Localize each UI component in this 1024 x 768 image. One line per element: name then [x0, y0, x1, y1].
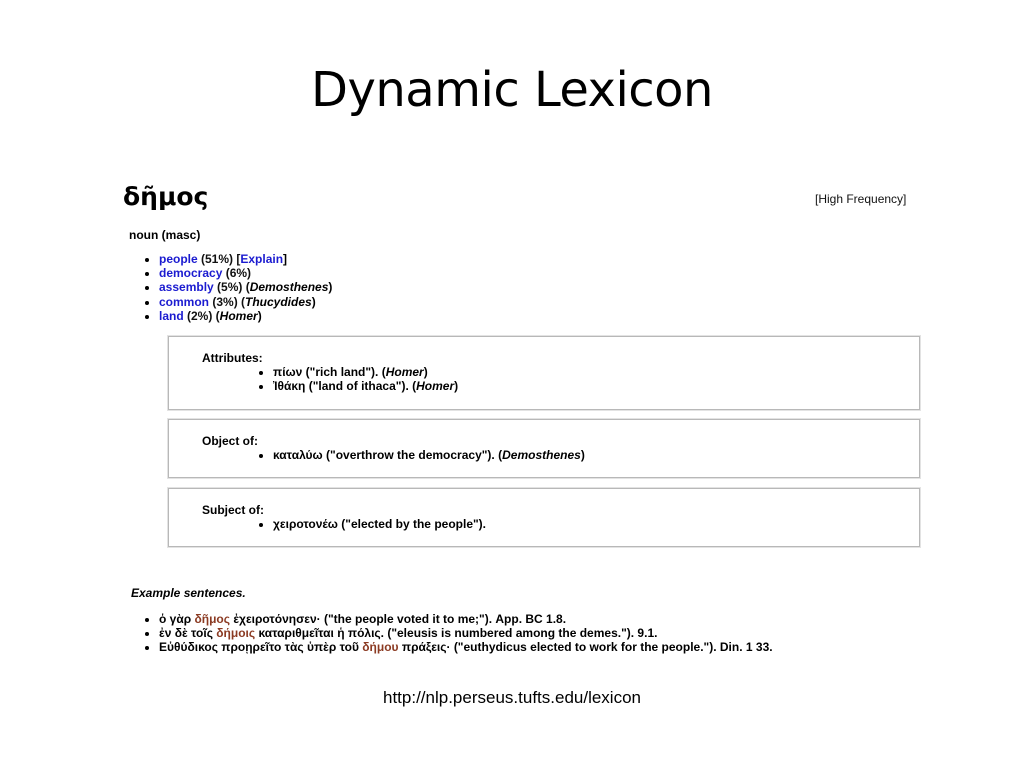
- author-name: Demosthenes: [249, 280, 329, 295]
- source-url: http://nlp.perseus.tufts.edu/lexicon: [383, 688, 641, 707]
- object-of-box: Object of: καταλύω ("overthrow the democ…: [168, 419, 920, 478]
- explain-link[interactable]: Explain: [240, 252, 283, 266]
- highlighted-word: δήμου: [362, 640, 399, 655]
- paren: ): [328, 280, 333, 295]
- meaning-link-assembly[interactable]: assembly: [159, 280, 214, 294]
- meaning-link-common[interactable]: common: [159, 295, 209, 309]
- object-of-label: Object of:: [202, 434, 258, 448]
- sentence-text: ὁ γὰρ: [159, 612, 195, 626]
- frequency-badge: [High Frequency]: [815, 192, 907, 206]
- meaning-percent: (2%) (: [183, 308, 220, 323]
- author-name: Demosthenes: [502, 448, 581, 462]
- subject-of-text: χειροτονέω ("elected by the people").: [273, 517, 487, 531]
- meaning-link-people[interactable]: people: [159, 252, 198, 266]
- author-name: Homer: [219, 308, 258, 323]
- paren: ): [423, 365, 428, 379]
- meaning-item: assembly (5%) (Demosthenes): [159, 280, 332, 294]
- author-name: Thucydides: [245, 294, 312, 309]
- attribute-text: πίων ("rich land"). (: [273, 365, 386, 379]
- attribute-item: Ἰθάκη ("land of ithaca"). (Homer): [273, 379, 458, 393]
- example-sentences-list: ὁ γὰρ δῆμος ἐχειροτόνησεν· ("the people …: [140, 612, 773, 655]
- attribute-item: πίων ("rich land"). (Homer): [273, 365, 458, 379]
- paren: ): [311, 294, 316, 309]
- highlighted-word: δῆμος: [194, 612, 231, 626]
- subject-of-label: Subject of:: [202, 503, 264, 517]
- bracket: ]: [283, 252, 288, 266]
- sentence-text: Εὐθύδικος προῃρεῖτο τὰς ὑπὲρ τοῦ: [159, 640, 363, 655]
- example-sentence: Εὐθύδικος προῃρεῖτο τὰς ὑπὲρ τοῦ δήμου π…: [159, 640, 773, 654]
- author-name: Homer: [416, 379, 455, 394]
- meaning-percent: (5%) (: [213, 280, 250, 295]
- object-of-list: καταλύω ("overthrow the democracy"). (De…: [256, 448, 585, 462]
- object-of-item: καταλύω ("overthrow the democracy"). (De…: [273, 448, 585, 462]
- meaning-item: democracy (6%): [159, 266, 332, 280]
- meaning-item: common (3%) (Thucydides): [159, 295, 332, 309]
- author-name: Homer: [385, 365, 424, 379]
- meaning-percent: (51%) [: [197, 252, 241, 266]
- subject-of-item: χειροτονέω ("elected by the people").: [273, 517, 486, 531]
- attributes-label: Attributes:: [202, 351, 263, 365]
- meaning-percent: (6%): [222, 266, 252, 281]
- sentence-text: καταριθμεῖται ἡ πόλις. ("eleusis is numb…: [255, 626, 658, 641]
- lexicon-entry-screenshot: δῆμος [High Frequency] noun (masc) peopl…: [110, 172, 930, 672]
- meaning-link-democracy[interactable]: democracy: [159, 266, 222, 280]
- subject-of-list: χειροτονέω ("elected by the people").: [256, 517, 486, 531]
- paren: ): [454, 379, 459, 394]
- example-sentence: ὁ γὰρ δῆμος ἐχειροτόνησεν· ("the people …: [159, 612, 773, 626]
- sentence-text: ἐν δὲ τοῖς: [159, 626, 217, 641]
- headword: δῆμος: [123, 182, 209, 211]
- object-of-text: καταλύω ("overthrow the democracy"). (: [273, 448, 503, 462]
- attributes-list: πίων ("rich land"). (Homer) Ἰθάκη ("land…: [256, 365, 458, 393]
- attribute-text: Ἰθάκη ("land of ithaca"). (: [273, 379, 417, 394]
- meaning-percent: (3%) (: [209, 294, 246, 309]
- subject-of-box: Subject of: χειροτονέω ("elected by the …: [168, 488, 920, 547]
- meaning-list: people (51%) [Explain] democracy (6%) as…: [140, 252, 332, 323]
- slide-title: Dynamic Lexicon: [311, 62, 713, 118]
- example-sentence: ἐν δὲ τοῖς δήμοις καταριθμεῖται ἡ πόλις.…: [159, 626, 773, 640]
- sentence-text: ἐχειροτόνησεν· ("the people voted it to …: [230, 612, 567, 626]
- paren: ): [580, 448, 585, 462]
- paren: ): [257, 308, 262, 323]
- meaning-item: people (51%) [Explain]: [159, 252, 332, 266]
- highlighted-word: δήμοις: [216, 626, 256, 641]
- part-of-speech: noun (masc): [129, 228, 201, 242]
- attributes-box: Attributes: πίων ("rich land"). (Homer) …: [168, 336, 920, 410]
- meaning-link-land[interactable]: land: [159, 309, 184, 323]
- meaning-item: land (2%) (Homer): [159, 309, 332, 323]
- example-sentences-label: Example sentences.: [131, 586, 246, 600]
- sentence-text: πράξεις· ("euthydicus elected to work fo…: [398, 640, 773, 655]
